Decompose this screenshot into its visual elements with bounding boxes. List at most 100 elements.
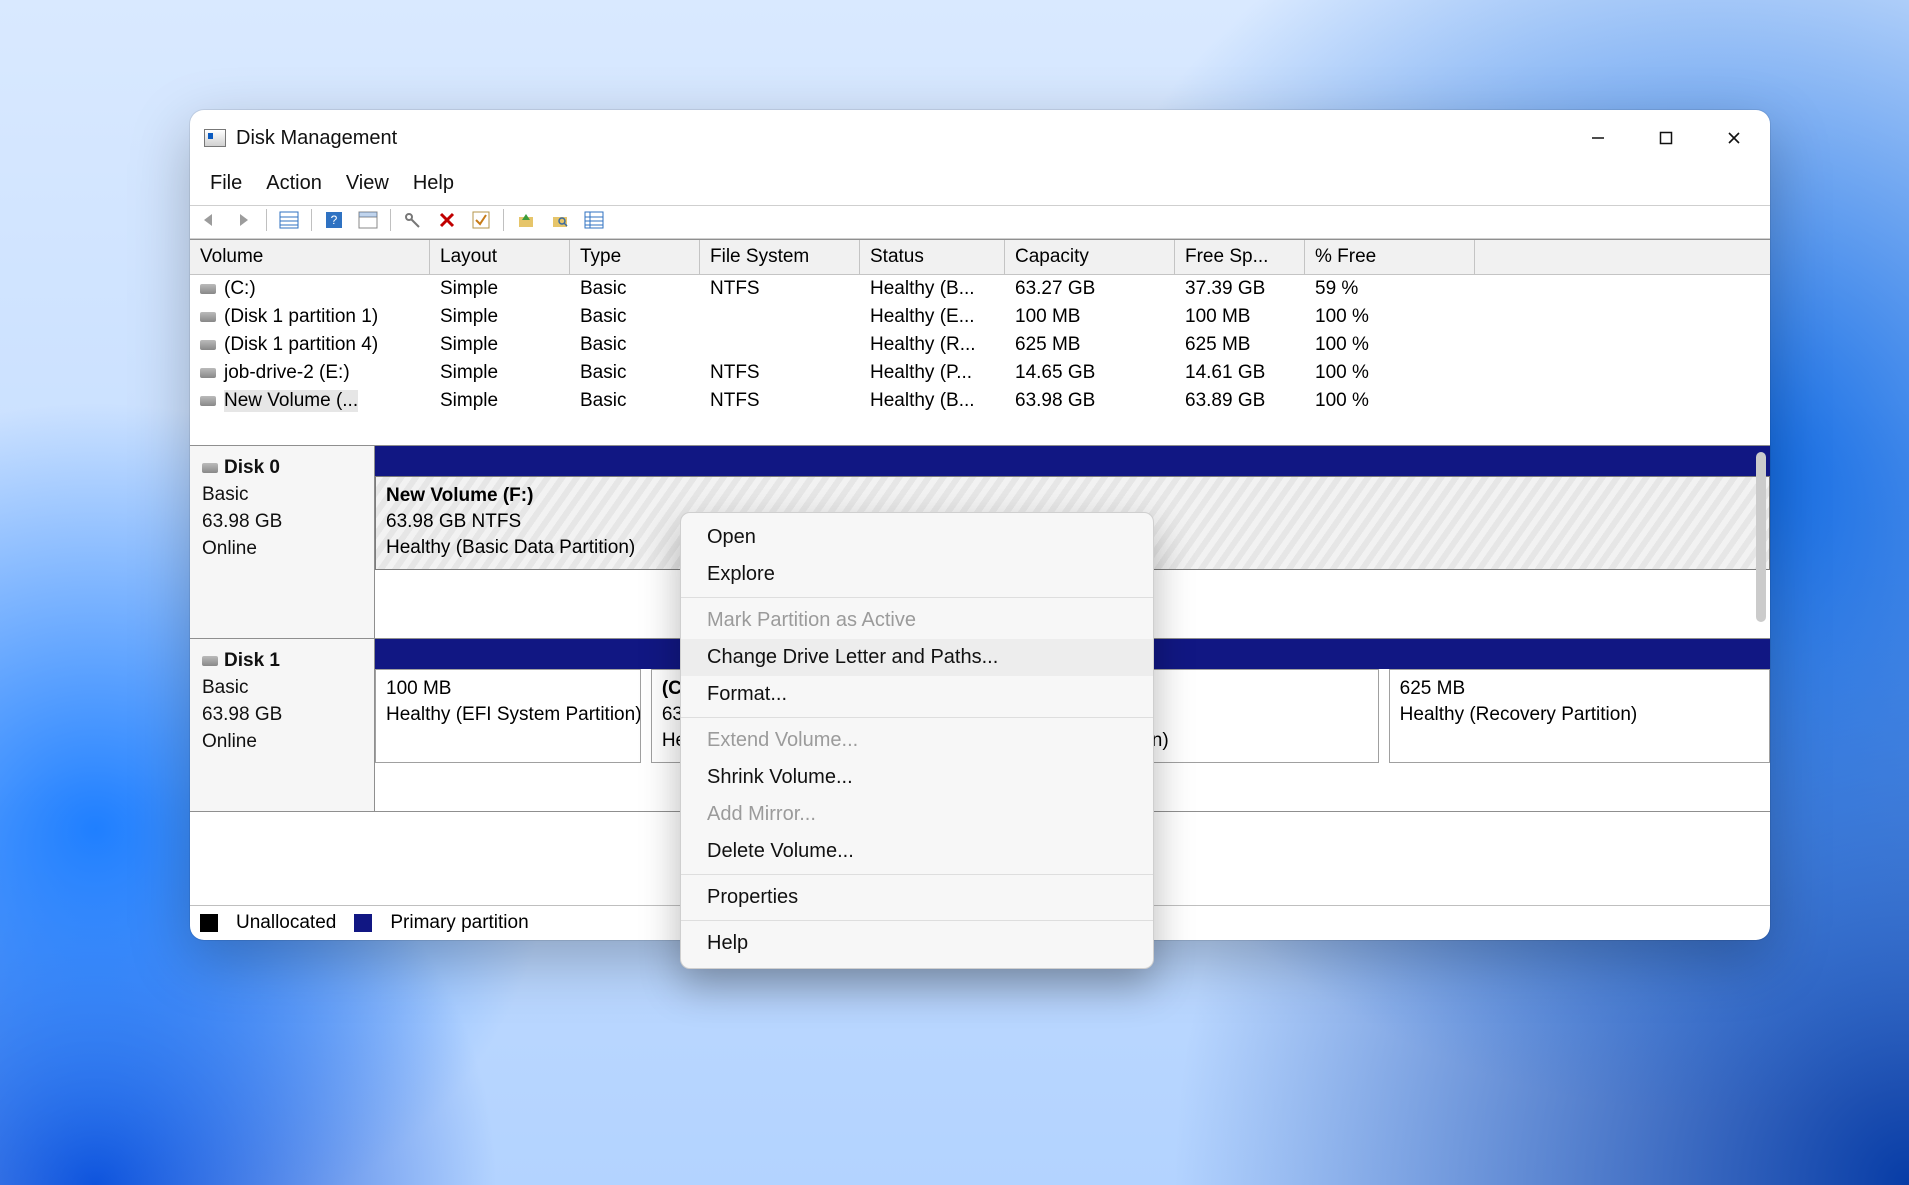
close-icon: [1727, 131, 1741, 145]
volume-name: (Disk 1 partition 4): [224, 334, 378, 356]
column-type[interactable]: Type: [570, 240, 700, 274]
disk-state: Online: [202, 728, 362, 755]
context-menu-item: Add Mirror...: [681, 796, 1153, 833]
menu-file[interactable]: File: [200, 170, 252, 197]
volume-type: Basic: [570, 275, 700, 303]
volume-name: (C:): [224, 278, 256, 300]
volume-pctfree: 100 %: [1305, 387, 1475, 415]
volume-free: 14.61 GB: [1175, 359, 1305, 387]
disk-icon: [202, 656, 218, 666]
volume-status: Healthy (P...: [860, 359, 1005, 387]
volume-layout: Simple: [430, 275, 570, 303]
column-volume[interactable]: Volume: [190, 240, 430, 274]
context-menu: OpenExploreMark Partition as ActiveChang…: [680, 512, 1154, 969]
forward-button[interactable]: [232, 208, 256, 232]
disk-size: 63.98 GB: [202, 701, 362, 728]
titlebar[interactable]: Disk Management: [190, 110, 1770, 166]
arrow-right-icon: [234, 212, 254, 228]
list-view-icon: [279, 211, 299, 229]
menu-view[interactable]: View: [336, 170, 399, 197]
volume-row[interactable]: (C:)SimpleBasicNTFSHealthy (B...63.27 GB…: [190, 275, 1770, 303]
volume-free: 625 MB: [1175, 331, 1305, 359]
volume-free: 37.39 GB: [1175, 275, 1305, 303]
column-status[interactable]: Status: [860, 240, 1005, 274]
partition-status: Healthy (EFI System Partition): [386, 702, 630, 728]
up-button[interactable]: [514, 208, 538, 232]
menu-action[interactable]: Action: [256, 170, 332, 197]
app-title: Disk Management: [236, 127, 397, 150]
partition-title: New Volume (F:): [386, 483, 1759, 509]
help-button[interactable]: ?: [322, 208, 346, 232]
volume-status: Healthy (B...: [860, 275, 1005, 303]
menubar: File Action View Help: [190, 166, 1770, 205]
check-button[interactable]: [469, 208, 493, 232]
disk-icon: [202, 463, 218, 473]
legend-unallocated: Unallocated: [236, 912, 336, 934]
volume-capacity: 100 MB: [1005, 303, 1175, 331]
context-menu-item[interactable]: Change Drive Letter and Paths...: [681, 639, 1153, 676]
column-filesystem[interactable]: File System: [700, 240, 860, 274]
menu-help[interactable]: Help: [403, 170, 464, 197]
disk-info[interactable]: Disk 0Basic63.98 GBOnline: [190, 446, 375, 638]
volume-type: Basic: [570, 359, 700, 387]
back-button[interactable]: [198, 208, 222, 232]
volume-row[interactable]: New Volume (...SimpleBasicNTFSHealthy (B…: [190, 387, 1770, 415]
view-list-button[interactable]: [277, 208, 301, 232]
volume-name: New Volume (...: [224, 390, 358, 412]
delete-button[interactable]: [435, 208, 459, 232]
context-menu-item[interactable]: Delete Volume...: [681, 833, 1153, 870]
menu-separator: [681, 920, 1153, 921]
column-pctfree[interactable]: % Free: [1305, 240, 1475, 274]
detail-view-button[interactable]: [582, 208, 606, 232]
toolbar-separator: [390, 209, 391, 231]
context-menu-item[interactable]: Properties: [681, 879, 1153, 916]
partition-bar: [375, 446, 1770, 476]
disk-icon: [200, 396, 216, 406]
volume-layout: Simple: [430, 303, 570, 331]
volume-row[interactable]: (Disk 1 partition 1)SimpleBasicHealthy (…: [190, 303, 1770, 331]
volume-status: Healthy (R...: [860, 331, 1005, 359]
column-capacity[interactable]: Capacity: [1005, 240, 1175, 274]
vertical-scrollbar[interactable]: [1756, 452, 1766, 622]
disk-icon: [200, 368, 216, 378]
search-button[interactable]: [548, 208, 572, 232]
volume-filesystem: NTFS: [700, 387, 860, 415]
partition[interactable]: 100 MBHealthy (EFI System Partition): [375, 669, 641, 763]
volume-layout: Simple: [430, 331, 570, 359]
context-menu-item[interactable]: Explore: [681, 556, 1153, 593]
context-menu-item[interactable]: Format...: [681, 676, 1153, 713]
maximize-button[interactable]: [1632, 118, 1700, 158]
column-layout[interactable]: Layout: [430, 240, 570, 274]
disk-info[interactable]: Disk 1Basic63.98 GBOnline: [190, 639, 375, 811]
volume-name: (Disk 1 partition 1): [224, 306, 378, 328]
context-menu-item[interactable]: Open: [681, 519, 1153, 556]
volume-row[interactable]: job-drive-2 (E:)SimpleBasicNTFSHealthy (…: [190, 359, 1770, 387]
disk-state: Online: [202, 535, 362, 562]
volume-status: Healthy (B...: [860, 387, 1005, 415]
context-menu-item[interactable]: Help: [681, 925, 1153, 962]
context-menu-item[interactable]: Shrink Volume...: [681, 759, 1153, 796]
volume-capacity: 63.27 GB: [1005, 275, 1175, 303]
legend-primary: Primary partition: [390, 912, 528, 934]
disk-icon: [200, 312, 216, 322]
settings-button[interactable]: [401, 208, 425, 232]
minimize-button[interactable]: [1564, 118, 1632, 158]
minimize-icon: [1591, 131, 1605, 145]
volume-capacity: 625 MB: [1005, 331, 1175, 359]
toolbar-separator: [503, 209, 504, 231]
volume-type: Basic: [570, 331, 700, 359]
properties-button[interactable]: [356, 208, 380, 232]
partition-size: 100 MB: [386, 676, 630, 702]
column-free[interactable]: Free Sp...: [1175, 240, 1305, 274]
volume-row[interactable]: (Disk 1 partition 4) SimpleBasic Healthy (…: [190, 331, 1770, 359]
volume-capacity: 63.98 GB: [1005, 387, 1175, 415]
volume-capacity: 14.65 GB: [1005, 359, 1175, 387]
volume-filesystem: [700, 331, 860, 359]
properties-icon: [358, 211, 378, 229]
volume-layout: Simple: [430, 387, 570, 415]
partition[interactable]: 625 MBHealthy (Recovery Partition): [1389, 669, 1770, 763]
volume-pctfree: 100 %: [1305, 331, 1475, 359]
volume-pctfree: 100 %: [1305, 303, 1475, 331]
disk-size: 63.98 GB: [202, 508, 362, 535]
close-button[interactable]: [1700, 118, 1768, 158]
